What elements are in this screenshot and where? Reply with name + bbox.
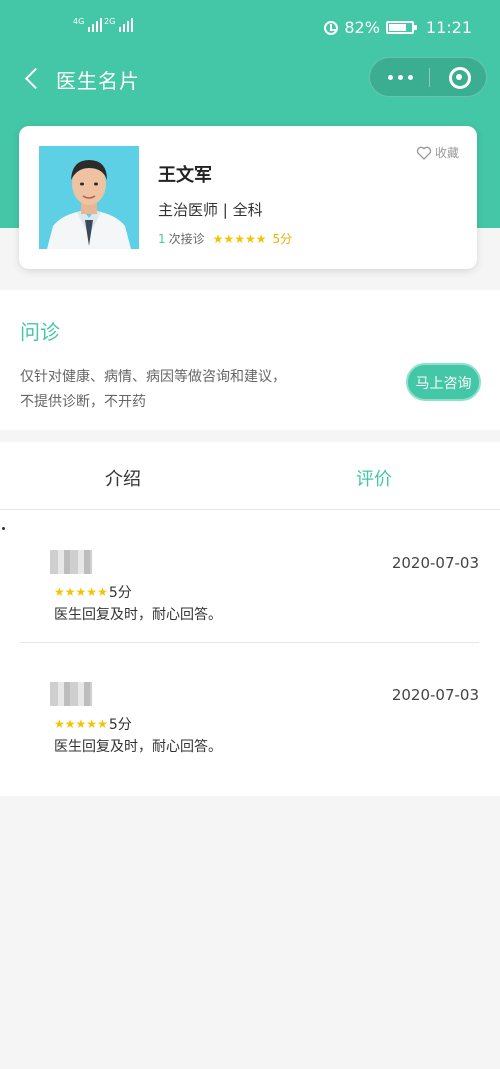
review-rating: ★ ★ ★ ★ ★ 5分 [54,714,132,734]
star-icon: ★ [75,585,87,599]
star-icon: ★ [86,717,98,731]
review-score: 5分 [108,585,132,601]
reviewer-avatar [50,550,92,574]
battery-percent: 82% [344,18,380,37]
consult-title: 问诊 [20,320,60,344]
review-date: 2020-07-03 [391,686,479,704]
star-icon: ★ [64,585,76,599]
star-icon: ★ [75,717,87,731]
heart-icon [416,146,432,160]
back-button[interactable] [14,60,50,96]
doctor-name: 王文军 [158,165,212,186]
consult-desc-line-1: 仅针对健康、病情、病因等做咨询和建议， [20,369,286,385]
star-icon: ★ [212,231,224,246]
star-icon: ★ [86,585,98,599]
review-text: 医生回复及时，耐心回答。 [54,739,222,755]
miniprogram-capsule [369,57,487,97]
review-date: 2020-07-03 [391,554,479,572]
more-options-button[interactable] [384,58,428,96]
doctor-score: 5分 [272,232,293,246]
star-icon: ★ [64,717,76,731]
battery-icon [385,21,417,34]
star-icon: ★ [97,585,108,599]
close-miniprogram-button[interactable] [440,60,480,96]
star-icon: ★ [54,717,65,731]
navigation-bar: 医生名片 [0,56,500,100]
star-icon: ★ [244,231,256,246]
review-rating: ★ ★ ★ ★ ★ 5分 [54,582,132,602]
tab-bar: 介绍 评价 [0,442,500,510]
review-stars: ★ ★ ★ ★ ★ [54,586,108,598]
star-icon: ★ [97,717,108,731]
review-text: 医生回复及时，耐心回答。 [54,607,222,623]
doctor-rating-stars: ★ ★ ★ ★ ★ [213,233,267,245]
signal-4g-icon: 4G [73,17,103,32]
review-item: 2020-07-03 ★ ★ ★ ★ ★ 5分 医生回复及时，耐心回答。 [20,546,479,643]
review-stars: ★ ★ ★ ★ ★ [54,718,108,730]
tab-reviews[interactable]: 评价 [356,465,392,491]
network-type-1: 4G [73,17,85,26]
review-score: 5分 [108,717,132,733]
page-title: 医生名片 [56,69,140,93]
consult-count: 1 [158,231,166,246]
capsule-divider [429,68,430,87]
star-icon: ★ [234,231,245,246]
tab-intro[interactable]: 介绍 [105,465,141,491]
star-icon: ★ [255,231,267,246]
consult-now-button[interactable]: 马上咨询 [406,363,481,401]
network-type-2: 2G [104,17,116,26]
signal-2g-icon: 2G [104,17,134,32]
consult-description: 仅针对健康、病情、病因等做咨询和建议， 不提供诊断，不开药 [20,365,340,415]
status-bar: 4G 2G 82% 11:21 [0,0,500,56]
reviewer-avatar [50,682,92,706]
star-icon: ★ [223,231,235,246]
consult-desc-line-2: 不提供诊断，不开药 [20,394,146,410]
clock-time: 11:21 [425,18,472,37]
favorite-button[interactable]: 收藏 [416,144,459,161]
doctor-avatar [39,146,139,249]
favorite-label: 收藏 [434,146,459,160]
star-icon: ★ [54,585,65,599]
review-list: 2020-07-03 ★ ★ ★ ★ ★ 5分 医生回复及时，耐心回答。 202… [0,510,500,796]
alarm-icon [324,20,339,35]
consult-count-suffix: 次接诊 [168,232,205,246]
review-item: 2020-07-03 ★ ★ ★ ★ ★ 5分 医生回复及时，耐心回答。 [20,678,479,768]
doctor-title: 主治医师 | 全科 [158,201,263,219]
consult-section: 问诊 仅针对健康、病情、病因等做咨询和建议， 不提供诊断，不开药 马上咨询 [0,290,500,430]
doctor-card: 王文军 主治医师 | 全科 1 次接诊 ★ ★ ★ ★ ★ 5分 收藏 [19,126,477,269]
bullet-dot [2,527,5,530]
doctor-stats: 1 次接诊 ★ ★ ★ ★ ★ 5分 [158,230,292,247]
